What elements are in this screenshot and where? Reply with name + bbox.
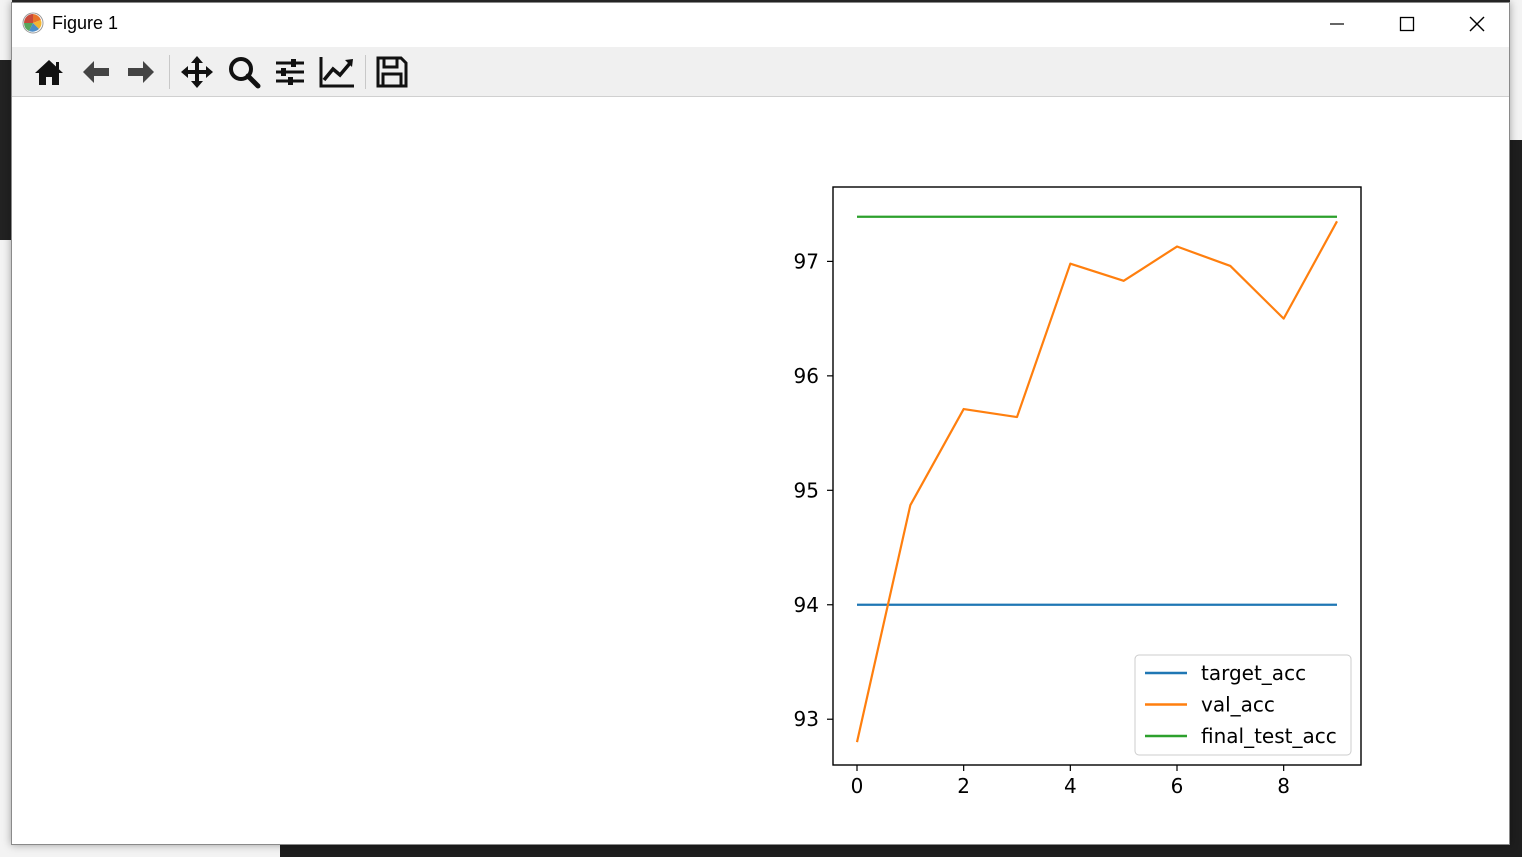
legend-label-val_acc: val_acc (1201, 693, 1275, 717)
legend-label-final_test_acc: final_test_acc (1201, 724, 1337, 748)
y-tick-label: 96 (794, 364, 819, 388)
pan-button[interactable] (178, 53, 216, 91)
figure-window: Figure 1 0 2 4 6 8 93 94 95 96 97 target… (11, 2, 1510, 845)
home-button[interactable] (30, 53, 68, 91)
x-tick-label: 0 (851, 774, 864, 798)
x-tick-label: 6 (1171, 774, 1184, 798)
save-button[interactable] (373, 53, 411, 91)
legend-label-target_acc: target_acc (1201, 661, 1306, 685)
x-tick-label: 4 (1064, 774, 1077, 798)
forward-arrow-icon (128, 61, 154, 83)
close-icon (1469, 16, 1485, 32)
pan-icon (181, 56, 213, 88)
back-arrow-icon (83, 61, 109, 83)
title-bar[interactable]: Figure 1 (12, 3, 1509, 47)
x-tick-label: 8 (1277, 774, 1290, 798)
zoom-button[interactable] (225, 53, 263, 91)
close-button[interactable] (1442, 3, 1512, 45)
matplotlib-logo-icon (22, 12, 44, 34)
edit-axis-button[interactable] (318, 53, 356, 91)
desktop-background-bottom-light (0, 845, 280, 857)
minimize-button[interactable] (1302, 3, 1372, 45)
configure-subplots-button[interactable] (271, 53, 309, 91)
window-title: Figure 1 (52, 13, 119, 33)
y-tick-label: 97 (794, 249, 819, 273)
y-tick-label: 95 (794, 478, 819, 502)
line-chart: 0 2 4 6 8 93 94 95 96 97 target_acc val_acc final_te… (794, 186, 1362, 798)
zoom-icon (229, 57, 261, 89)
maximize-button[interactable] (1372, 3, 1442, 45)
y-tick-label: 93 (794, 707, 819, 731)
legend: target_acc val_acc final_test_acc (1134, 654, 1352, 756)
minimize-icon (1330, 23, 1344, 25)
save-icon (376, 56, 408, 88)
toolbar-separator (365, 55, 366, 89)
figure-canvas[interactable]: 0 2 4 6 8 93 94 95 96 97 target_acc val_acc final_te… (12, 97, 1509, 844)
forward-button[interactable] (122, 53, 160, 91)
configure-subplots-icon (276, 59, 304, 85)
home-icon (35, 60, 63, 85)
desktop-background-right-dark (1510, 140, 1522, 857)
back-button[interactable] (77, 53, 115, 91)
x-tick-label: 2 (957, 774, 970, 798)
edit-axis-icon (319, 57, 354, 88)
maximize-icon (1399, 16, 1415, 32)
toolbar-separator (169, 55, 170, 89)
navigation-toolbar (12, 47, 1509, 97)
y-tick-label: 94 (794, 593, 819, 617)
